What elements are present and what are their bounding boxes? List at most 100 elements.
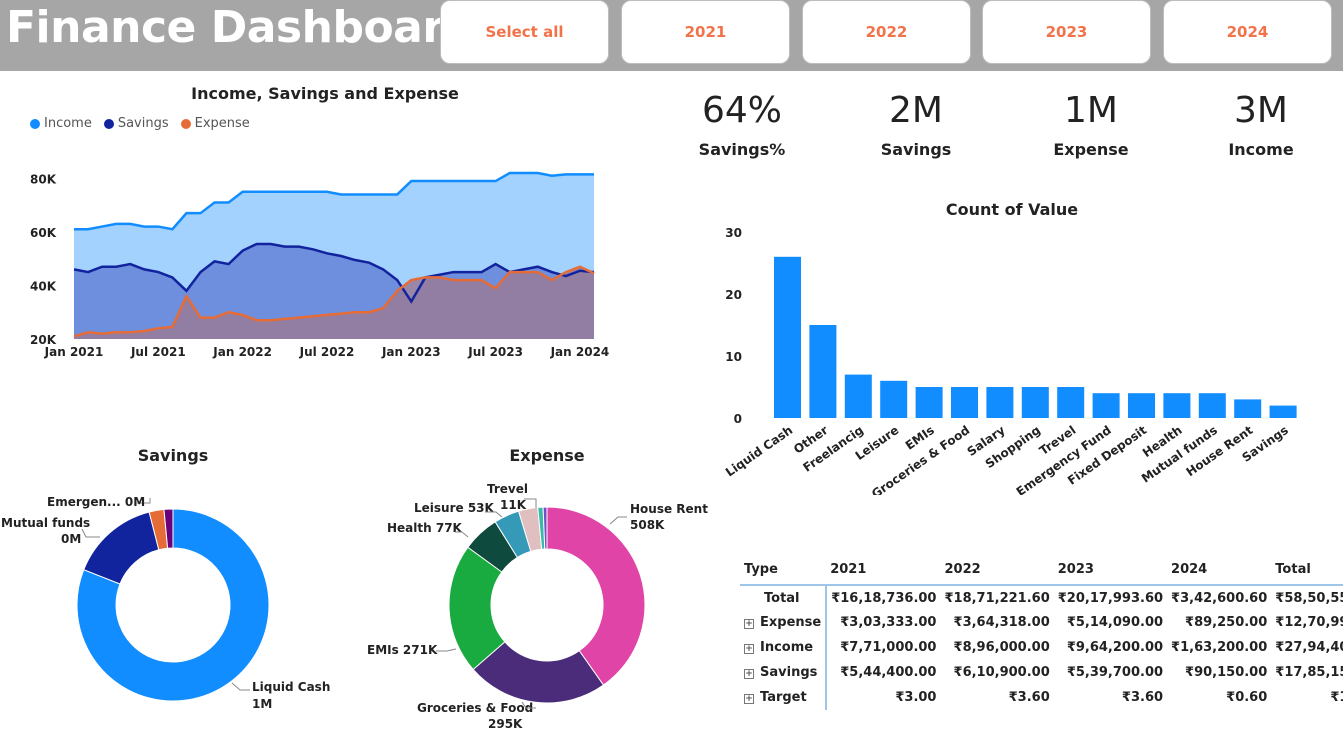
bar bbox=[844, 374, 872, 418]
legend-income-dot bbox=[30, 118, 40, 129]
matrix-row-label: Total bbox=[740, 585, 828, 610]
x-tick-label: Jul 2023 bbox=[467, 345, 523, 359]
matrix-cell: ₹89,250.00 bbox=[1185, 615, 1268, 630]
matrix-header-2022[interactable]: 2022 bbox=[940, 555, 1053, 585]
matrix-row-label: Savings bbox=[760, 665, 818, 680]
matrix-row-header: + Expense bbox=[740, 610, 828, 635]
expense-label: House Rent bbox=[630, 502, 708, 516]
matrix-row-label: Income bbox=[760, 640, 814, 655]
matrix-header-2023[interactable]: 2023 bbox=[1054, 555, 1167, 585]
expense-label: 295K bbox=[488, 717, 523, 731]
matrix-cell: ₹27,94,400.00 bbox=[1275, 640, 1343, 655]
savings-donut[interactable]: Emergen... 0M Mutual funds 0M Liquid Cash 1M bbox=[0, 485, 345, 748]
bar bbox=[774, 256, 801, 418]
matrix-cell: ₹3.60 bbox=[1121, 690, 1164, 705]
matrix-cell: ₹90,150.00 bbox=[1185, 665, 1268, 680]
matrix-cell: ₹16,18,736.00 bbox=[831, 590, 937, 606]
bar bbox=[915, 387, 943, 418]
legend-savings-dot bbox=[103, 118, 114, 129]
matrix-cell: ₹18,71,221.60 bbox=[944, 590, 1050, 606]
matrix-cell: ₹3.60 bbox=[1008, 690, 1050, 705]
expense-slice bbox=[546, 506, 646, 686]
y-tick-label: 30 bbox=[725, 226, 742, 240]
bar-chart[interactable]: 0102030Liquid CashOtherFreelancigLeisure… bbox=[700, 220, 1320, 495]
matrix-row-header: + Savings bbox=[740, 660, 828, 685]
savings-slice bbox=[83, 511, 160, 585]
line-chart-legend: Income Savings Expense bbox=[30, 116, 250, 131]
legend-expense-dot bbox=[180, 118, 191, 129]
matrix-cell: ₹0.60 bbox=[1226, 690, 1268, 705]
expand-icon[interactable]: + bbox=[744, 619, 754, 629]
expense-label: Leisure 53K bbox=[414, 501, 495, 515]
x-tick-label: Jan 2021 bbox=[44, 345, 104, 359]
kpi-expense-label: Expense bbox=[1053, 140, 1129, 159]
y-tick-label: 10 bbox=[725, 350, 742, 364]
matrix-header-2024[interactable]: 2024 bbox=[1167, 555, 1271, 585]
expense-label: 508K bbox=[630, 518, 665, 532]
matrix-header-type[interactable]: Type bbox=[740, 555, 826, 585]
bar bbox=[1234, 399, 1262, 418]
slicer-2023[interactable]: 2023 bbox=[982, 0, 1151, 64]
legend-savings[interactable]: Savings bbox=[103, 116, 169, 131]
leader-line bbox=[81, 528, 100, 538]
legend-income[interactable]: Income bbox=[30, 116, 92, 131]
legend-expense-label: Expense bbox=[194, 116, 250, 131]
kpi-savings-percent-value: 64% bbox=[701, 90, 782, 131]
matrix-header-total[interactable]: Total bbox=[1271, 555, 1343, 585]
expand-icon[interactable]: + bbox=[744, 694, 754, 704]
leader-line bbox=[609, 516, 627, 525]
slicer-2024[interactable]: 2024 bbox=[1163, 0, 1332, 64]
table-row: + Savings ₹5,44,400.00 ₹6,10,900.00 ₹5,39… bbox=[740, 660, 1343, 685]
matrix-cell: ₹9,64,200.00 bbox=[1066, 640, 1164, 655]
y-tick-label: 0 bbox=[734, 412, 742, 426]
expense-donut-title: Expense bbox=[509, 446, 585, 465]
matrix-header-row: Type 2021 2022 2023 2024 Total bbox=[740, 555, 1343, 585]
matrix-cell: ₹10.80 bbox=[1330, 690, 1343, 705]
line-chart-title: Income, Savings and Expense bbox=[191, 84, 459, 103]
legend-expense[interactable]: Expense bbox=[180, 116, 250, 131]
matrix-row-header: + Target bbox=[740, 685, 828, 710]
bar bbox=[1057, 387, 1085, 418]
expense-label: Health 77K bbox=[387, 521, 463, 535]
matrix-cell: ₹3,03,333.00 bbox=[840, 615, 937, 630]
kpi-savings-label: Savings bbox=[880, 140, 952, 159]
y-tick-label: 20 bbox=[725, 288, 742, 302]
expense-donut[interactable]: Trevel 11K Leisure 53K Health 77K House Rent… bbox=[350, 475, 710, 748]
table-row: + Target ₹3.00 ₹3.60 ₹3.60 ₹0.60 ₹10.80 bbox=[740, 685, 1343, 710]
bar-chart-title: Count of Value bbox=[945, 200, 1079, 219]
matrix-cell: ₹8,96,000.00 bbox=[953, 640, 1050, 655]
bar bbox=[880, 380, 908, 418]
area-chart[interactable]: 20K40K60K80KJan 2021 Jul 2021 Jan 2022 Jul … bbox=[0, 150, 640, 365]
matrix-cell: ₹5,14,090.00 bbox=[1066, 615, 1164, 630]
leader-line bbox=[231, 682, 250, 691]
kpi-expense-value: 1M bbox=[1064, 90, 1118, 131]
bar bbox=[951, 387, 978, 418]
y-tick-label: 40K bbox=[30, 279, 57, 293]
expand-icon[interactable]: + bbox=[744, 644, 754, 654]
matrix-cell: ₹3.00 bbox=[895, 690, 937, 705]
slicer-select-all[interactable]: Select all bbox=[440, 0, 609, 64]
slicer-2022[interactable]: 2022 bbox=[802, 0, 971, 64]
savings-label: Mutual funds bbox=[1, 516, 90, 530]
page-title: Finance Dashboard bbox=[6, 2, 475, 53]
expense-label: 11K bbox=[500, 498, 527, 512]
bar bbox=[1269, 405, 1297, 418]
kpi-income-label: Income bbox=[1228, 140, 1294, 159]
savings-label: 1M bbox=[252, 697, 272, 711]
matrix-cell: ₹3,42,600.60 bbox=[1171, 590, 1268, 606]
expense-label: EMIs 271K bbox=[367, 643, 438, 657]
table-row: + Expense ₹3,03,333.00 ₹3,64,318.00 ₹5,14… bbox=[740, 610, 1343, 635]
legend-savings-label: Savings bbox=[117, 116, 169, 131]
matrix-cell: ₹5,44,400.00 bbox=[840, 665, 937, 680]
matrix-cell: ₹20,17,993.60 bbox=[1057, 590, 1164, 606]
matrix-header-2021[interactable]: 2021 bbox=[826, 555, 940, 585]
leader-line bbox=[436, 648, 457, 652]
matrix-cell: ₹17,85,150.00 bbox=[1275, 665, 1343, 680]
x-tick-label: Jan 2024 bbox=[550, 345, 610, 359]
expand-icon[interactable]: + bbox=[744, 669, 754, 679]
y-tick-label: 80K bbox=[30, 172, 57, 186]
slicer-2021[interactable]: 2021 bbox=[621, 0, 790, 64]
bar bbox=[809, 325, 837, 418]
legend-income-label: Income bbox=[44, 116, 92, 131]
x-tick-label: Jan 2022 bbox=[212, 345, 272, 359]
